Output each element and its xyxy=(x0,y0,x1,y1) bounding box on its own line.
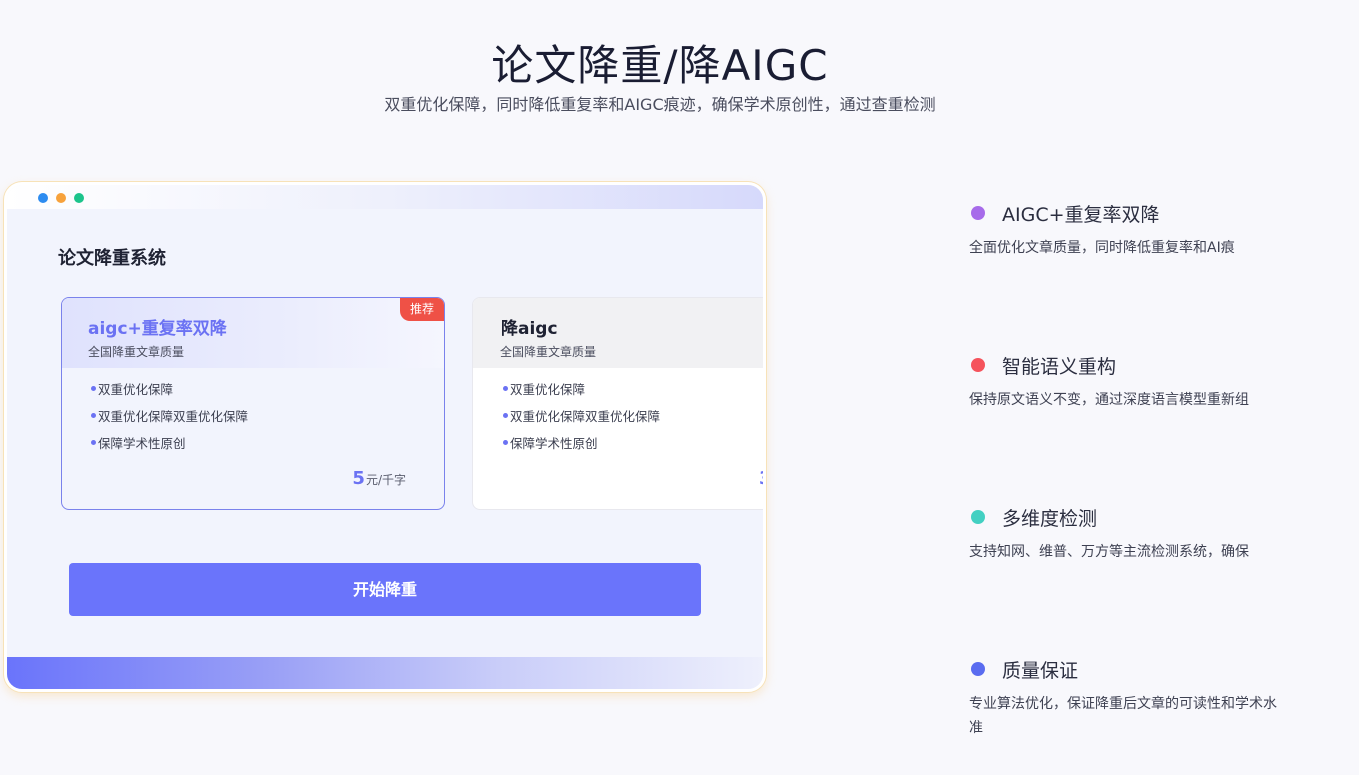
plan-feature-item: 保障学术性原创 xyxy=(503,436,660,463)
window-dot-green-icon xyxy=(74,193,84,203)
feature-desc: 全面优化文章质量，同时降低重复率和AI痕 xyxy=(969,240,1235,256)
feature-title: 多维度检测 xyxy=(1002,508,1098,530)
start-rewrite-button[interactable]: 开始降重 xyxy=(69,563,701,616)
plan-desc: 全国降重文章质量 xyxy=(500,345,597,359)
plan-feature-item: 双重优化保障双重优化保障 xyxy=(91,409,248,436)
plan-feature-item: 双重优化保障双重优化保障 xyxy=(503,409,660,436)
page-subtitle: 双重优化保障，同时降低重复率和AIGC痕迹，确保学术原创性，通过查重检测 xyxy=(384,95,936,114)
plan-feature-list: 双重优化保障 双重优化保障双重优化保障 保障学术性原创 xyxy=(91,382,248,463)
plan-desc: 全国降重文章质量 xyxy=(88,345,185,359)
plan-card-aigc[interactable]: 降aigc 全国降重文章质量 双重优化保障 双重优化保障双重优化保障 保障学术性… xyxy=(472,297,763,510)
plan-name: 降aigc xyxy=(501,319,558,339)
plan-name: aigc+重复率双降 xyxy=(88,319,227,339)
window-footer-gradient xyxy=(7,657,763,689)
feature-dot-icon xyxy=(971,510,985,524)
window-dot-blue-icon xyxy=(38,193,48,203)
feature-title: 智能语义重构 xyxy=(1002,356,1117,378)
feature-dot-icon xyxy=(971,662,985,676)
plan-feature-list: 双重优化保障 双重优化保障双重优化保障 保障学术性原创 xyxy=(503,382,660,463)
price-value-partial: 3 xyxy=(759,468,763,489)
plan-card-aigc-dual[interactable]: aigc+重复率双降 全国降重文章质量 推荐 双重优化保障 双重优化保障双重优化… xyxy=(61,297,445,510)
feature-dot-icon xyxy=(971,206,985,220)
feature-dot-icon xyxy=(971,358,985,372)
system-title: 论文降重系统 xyxy=(58,248,166,269)
recommended-badge: 推荐 xyxy=(400,298,444,321)
feature-title: 质量保证 xyxy=(1002,660,1079,682)
feature-desc: 保持原文语义不变，通过深度语言模型重新组 xyxy=(969,392,1249,408)
feature-title: AIGC+重复率双降 xyxy=(1002,204,1160,226)
feature-desc: 专业算法优化，保证降重后文章的可读性和学术水准 xyxy=(969,696,1277,736)
plan-feature-item: 双重优化保障 xyxy=(503,382,660,409)
plan-feature-item: 保障学术性原创 xyxy=(91,436,248,463)
price-value: 5 xyxy=(352,468,365,489)
plan-card-header: aigc+重复率双降 全国降重文章质量 xyxy=(62,298,444,368)
price-unit: 元/千字 xyxy=(365,473,406,487)
page-title: 论文降重/降AIGC xyxy=(491,41,829,90)
window-title-bar xyxy=(7,185,763,209)
feature-desc: 支持知网、维普、万方等主流检测系统，确保 xyxy=(969,544,1249,560)
plan-feature-item: 双重优化保障 xyxy=(91,382,248,409)
plan-card-header: 降aigc 全国降重文章质量 xyxy=(473,298,763,368)
plan-price: 5元/千字 xyxy=(352,468,406,489)
app-window-preview: 论文降重系统 aigc+重复率双降 全国降重文章质量 推荐 双重优化保障 双重优… xyxy=(4,182,766,692)
window-dot-orange-icon xyxy=(56,193,66,203)
